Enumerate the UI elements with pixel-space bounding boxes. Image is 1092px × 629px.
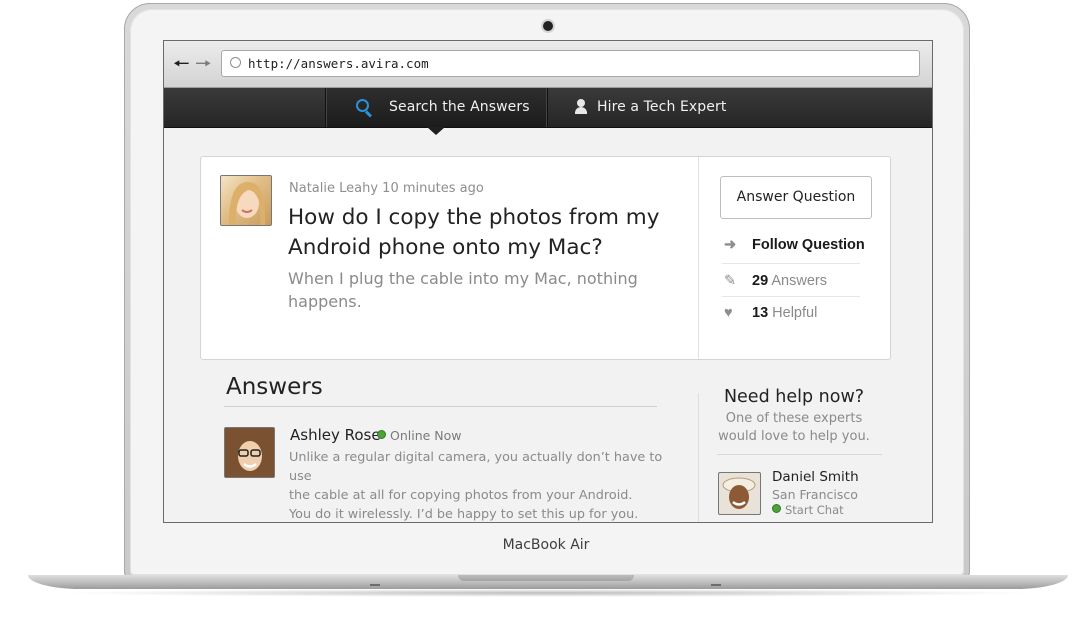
start-chat-link[interactable]: Start Chat bbox=[772, 503, 844, 517]
answers-label: Answers bbox=[771, 273, 827, 289]
help-subtitle-line: would love to help you. bbox=[718, 429, 870, 444]
question-card: Natalie Leahy 10 minutes ago How do I co… bbox=[200, 156, 891, 360]
answer-line: the cable at all for copying photos from… bbox=[289, 488, 633, 503]
pencil-icon: ✎ bbox=[724, 273, 737, 289]
search-icon-handle bbox=[364, 110, 373, 118]
laptop-foot bbox=[370, 584, 380, 586]
camera-icon bbox=[543, 21, 553, 31]
follow-question-link[interactable]: ➜ Follow Question bbox=[724, 237, 865, 253]
person-icon-body bbox=[575, 107, 587, 114]
avatar[interactable] bbox=[224, 427, 275, 478]
address-bar[interactable]: http://answers.avira.com bbox=[221, 50, 920, 77]
tab-hire-a-tech-expert[interactable]: Hire a Tech Expert bbox=[547, 88, 747, 127]
card-divider bbox=[698, 157, 699, 359]
helpful-count: 13 bbox=[752, 305, 769, 321]
tab-label: Hire a Tech Expert bbox=[597, 99, 727, 115]
helpful-count-link[interactable]: ♥ 13 Helpful bbox=[724, 305, 817, 321]
answers-count: 29 bbox=[752, 273, 769, 289]
follow-label: Follow Question bbox=[752, 237, 865, 253]
avatar-portrait bbox=[225, 428, 274, 477]
online-status: Online Now bbox=[377, 428, 462, 443]
avatar-portrait bbox=[229, 182, 266, 225]
divider bbox=[722, 263, 860, 264]
laptop-shadow bbox=[60, 589, 1036, 597]
question-body: When I plug the cable into my Mac, nothi… bbox=[288, 269, 638, 311]
start-chat-label: Start Chat bbox=[785, 503, 844, 517]
answer-line: Unlike a regular digital camera, you act… bbox=[289, 450, 663, 484]
tab-label: Search the Answers bbox=[389, 99, 530, 115]
device-brand-label: MacBook Air bbox=[502, 537, 590, 553]
active-tab-pointer bbox=[427, 127, 445, 135]
answers-count-link[interactable]: ✎ 29 Answers bbox=[724, 273, 827, 289]
laptop-notch bbox=[458, 575, 634, 581]
question-title: How do I copy the photos from my Android… bbox=[288, 205, 660, 260]
globe-icon bbox=[230, 57, 241, 68]
answerer-name[interactable]: Ashley Rose bbox=[290, 426, 381, 444]
arrow-right-icon[interactable]: 🠖 bbox=[195, 54, 212, 74]
question-author[interactable]: Natalie Leahy bbox=[289, 181, 378, 196]
question-time: 10 minutes ago bbox=[382, 181, 484, 196]
person-icon bbox=[577, 99, 585, 107]
online-dot-icon bbox=[377, 430, 386, 439]
laptop-foot bbox=[711, 584, 721, 586]
tab-search-the-answers[interactable]: Search the Answers bbox=[325, 88, 548, 127]
avatar[interactable] bbox=[718, 472, 761, 515]
answer-body: Unlike a regular digital camera, you act… bbox=[289, 448, 669, 522]
helpful-label: Helpful bbox=[772, 305, 818, 321]
avatar[interactable] bbox=[220, 175, 272, 226]
divider bbox=[722, 296, 860, 297]
status-text: Online Now bbox=[390, 428, 462, 443]
help-subtitle: One of these experts would love to help … bbox=[704, 410, 884, 446]
browser-toolbar: 🠔 🠖 http://answers.avira.com bbox=[164, 41, 932, 88]
divider bbox=[698, 393, 699, 522]
site-nav-bar: Search the Answers Hire a Tech Expert bbox=[164, 88, 932, 128]
answer-question-button[interactable]: Answer Question bbox=[720, 176, 872, 219]
arrow-right-icon: ➜ bbox=[724, 237, 737, 253]
question-meta: Natalie Leahy 10 minutes ago bbox=[289, 181, 484, 196]
screen: 🠔 🠖 http://answers.avira.com Search the … bbox=[163, 40, 933, 523]
help-title: Need help now? bbox=[723, 387, 865, 407]
help-subtitle-line: One of these experts bbox=[725, 411, 863, 426]
answers-heading: Answers bbox=[226, 374, 323, 400]
divider bbox=[224, 406, 657, 407]
arrow-left-icon[interactable]: 🠔 bbox=[173, 54, 190, 74]
heart-icon: ♥ bbox=[724, 305, 733, 321]
divider bbox=[717, 454, 882, 455]
expert-city: San Francisco bbox=[772, 487, 858, 502]
expert-name[interactable]: Daniel Smith bbox=[772, 469, 859, 485]
url-text[interactable]: http://answers.avira.com bbox=[248, 56, 429, 71]
avatar-portrait bbox=[719, 473, 760, 514]
answer-line: You do it wirelessly. I’d be happy to se… bbox=[289, 507, 639, 522]
online-dot-icon bbox=[772, 504, 781, 513]
